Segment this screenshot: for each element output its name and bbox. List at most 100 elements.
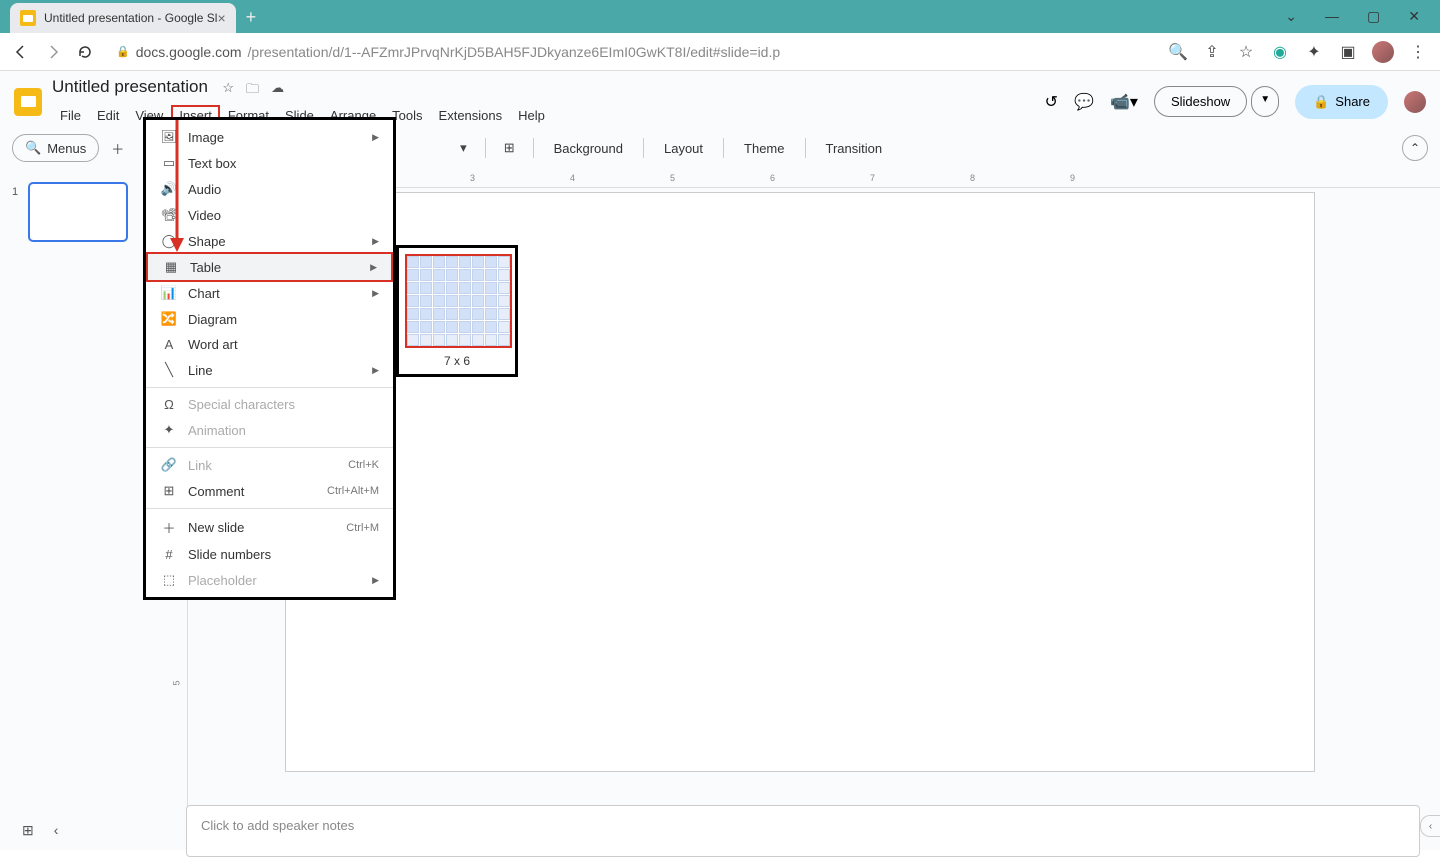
table-grid-cell[interactable] xyxy=(498,295,510,307)
menu-item-word-art[interactable]: AWord art xyxy=(146,332,393,357)
table-grid-cell[interactable] xyxy=(407,308,419,320)
table-grid-cell[interactable] xyxy=(420,321,432,333)
maximize-icon[interactable]: ▢ xyxy=(1367,8,1380,25)
table-grid-cell[interactable] xyxy=(420,256,432,268)
new-slide-button[interactable]: ＋ xyxy=(103,134,132,163)
table-grid-cell[interactable] xyxy=(485,282,497,294)
new-tab-button[interactable]: + xyxy=(246,7,257,33)
table-grid-cell[interactable] xyxy=(498,282,510,294)
history-icon[interactable]: ↺ xyxy=(1045,92,1058,112)
star-icon[interactable]: ☆ xyxy=(222,80,234,102)
table-grid-cell[interactable] xyxy=(420,334,432,346)
table-grid-cell[interactable] xyxy=(446,295,458,307)
table-grid[interactable] xyxy=(405,254,512,348)
menu-help[interactable]: Help xyxy=(510,105,553,126)
extension-g-icon[interactable]: ◉ xyxy=(1270,42,1290,62)
table-grid-cell[interactable] xyxy=(420,308,432,320)
background-button[interactable]: Background xyxy=(544,136,633,161)
table-grid-cell[interactable] xyxy=(485,308,497,320)
table-grid-cell[interactable] xyxy=(420,295,432,307)
table-grid-cell[interactable] xyxy=(446,308,458,320)
table-grid-cell[interactable] xyxy=(407,282,419,294)
side-panel-toggle[interactable]: ‹ xyxy=(1420,815,1440,837)
share-page-icon[interactable]: ⇪ xyxy=(1202,42,1222,62)
add-comment-button[interactable]: ⊞ xyxy=(496,135,523,161)
cloud-icon[interactable]: ☁ xyxy=(271,80,284,102)
table-grid-cell[interactable] xyxy=(472,321,484,333)
minimize-icon[interactable]: — xyxy=(1325,8,1339,25)
layout-button[interactable]: Layout xyxy=(654,136,713,161)
collapse-toolbar-button[interactable]: ⌃ xyxy=(1402,135,1428,161)
table-grid-cell[interactable] xyxy=(433,308,445,320)
menu-item-chart[interactable]: 📊Chart▶ xyxy=(146,280,393,306)
menu-item-audio[interactable]: 🔊Audio xyxy=(146,176,393,202)
menu-item-video[interactable]: 📽Video xyxy=(146,202,393,228)
toolbar-dropdown[interactable]: ▾ xyxy=(452,135,475,161)
slideshow-dropdown[interactable]: ▼ xyxy=(1251,86,1279,117)
table-grid-cell[interactable] xyxy=(459,282,471,294)
table-grid-cell[interactable] xyxy=(485,269,497,281)
explore-icon[interactable]: ⊞ xyxy=(22,822,34,839)
account-avatar[interactable] xyxy=(1404,91,1426,113)
table-grid-cell[interactable] xyxy=(446,321,458,333)
browser-tab[interactable]: Untitled presentation - Google Sl × xyxy=(10,3,236,33)
search-menus-button[interactable]: 🔍 Menus xyxy=(12,134,99,162)
collapse-panel-icon[interactable]: ‹ xyxy=(54,822,59,839)
table-grid-cell[interactable] xyxy=(446,334,458,346)
table-grid-cell[interactable] xyxy=(407,269,419,281)
chevron-down-icon[interactable]: ⌄ xyxy=(1285,8,1297,25)
slides-logo-icon[interactable] xyxy=(14,88,42,116)
table-grid-cell[interactable] xyxy=(498,321,510,333)
table-grid-cell[interactable] xyxy=(433,269,445,281)
menu-item-comment[interactable]: ⊞CommentCtrl+Alt+M xyxy=(146,478,393,504)
table-grid-cell[interactable] xyxy=(407,295,419,307)
table-grid-cell[interactable] xyxy=(433,295,445,307)
menu-item-diagram[interactable]: 🔀Diagram xyxy=(146,306,393,332)
table-grid-cell[interactable] xyxy=(459,295,471,307)
table-grid-cell[interactable] xyxy=(407,256,419,268)
theme-button[interactable]: Theme xyxy=(734,136,794,161)
menu-extensions[interactable]: Extensions xyxy=(431,105,511,126)
sidepanel-icon[interactable]: ▣ xyxy=(1338,42,1358,62)
extensions-icon[interactable]: ✦ xyxy=(1304,42,1324,62)
table-grid-cell[interactable] xyxy=(485,295,497,307)
table-grid-cell[interactable] xyxy=(459,256,471,268)
table-grid-cell[interactable] xyxy=(459,334,471,346)
zoom-icon[interactable]: 🔍 xyxy=(1168,42,1188,62)
menu-file[interactable]: File xyxy=(52,105,89,126)
table-grid-cell[interactable] xyxy=(485,256,497,268)
table-grid-cell[interactable] xyxy=(472,269,484,281)
table-grid-cell[interactable] xyxy=(472,334,484,346)
table-grid-cell[interactable] xyxy=(420,269,432,281)
table-grid-cell[interactable] xyxy=(446,269,458,281)
reload-icon[interactable] xyxy=(76,43,94,61)
comments-icon[interactable]: 💬 xyxy=(1074,92,1094,112)
share-button[interactable]: 🔒 Share xyxy=(1295,85,1388,119)
table-grid-cell[interactable] xyxy=(472,256,484,268)
move-icon[interactable]: 🗀 xyxy=(246,80,259,102)
menu-item-slide-numbers[interactable]: #Slide numbers xyxy=(146,542,393,567)
browser-menu-icon[interactable]: ⋮ xyxy=(1408,42,1428,62)
profile-avatar[interactable] xyxy=(1372,41,1394,63)
speaker-notes[interactable]: Click to add speaker notes xyxy=(186,805,1420,857)
table-grid-cell[interactable] xyxy=(498,334,510,346)
menu-item-image[interactable]: 🖼Image▶ xyxy=(146,124,393,150)
menu-item-text-box[interactable]: ▭Text box xyxy=(146,150,393,176)
table-grid-cell[interactable] xyxy=(433,282,445,294)
close-tab-icon[interactable]: × xyxy=(217,10,225,26)
transition-button[interactable]: Transition xyxy=(816,136,893,161)
menu-item-table[interactable]: ▦Table▶ xyxy=(146,252,393,282)
table-grid-cell[interactable] xyxy=(498,308,510,320)
menu-item-line[interactable]: ╲Line▶ xyxy=(146,357,393,383)
table-grid-cell[interactable] xyxy=(498,256,510,268)
table-grid-cell[interactable] xyxy=(485,321,497,333)
close-window-icon[interactable]: ✕ xyxy=(1408,8,1420,25)
table-grid-cell[interactable] xyxy=(459,269,471,281)
table-grid-cell[interactable] xyxy=(472,295,484,307)
table-grid-cell[interactable] xyxy=(433,334,445,346)
table-grid-cell[interactable] xyxy=(446,256,458,268)
table-grid-cell[interactable] xyxy=(420,282,432,294)
table-grid-cell[interactable] xyxy=(433,256,445,268)
present-icon[interactable]: 📹▾ xyxy=(1110,92,1138,112)
document-title[interactable]: Untitled presentation xyxy=(52,77,208,96)
